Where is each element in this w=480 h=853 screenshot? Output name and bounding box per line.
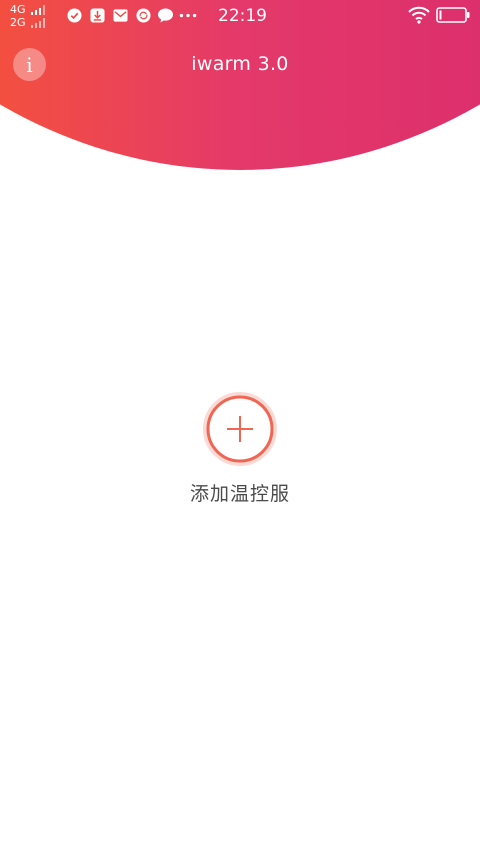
sync-icon: [136, 8, 151, 23]
chat-bubble-icon: [158, 8, 173, 23]
more-dots-icon: [179, 13, 197, 18]
status-clock: 22:19: [218, 6, 267, 26]
app-title: iwarm 3.0: [191, 53, 289, 75]
status-bar: 4G 2G 22:19: [0, 0, 480, 32]
download-icon: [90, 8, 105, 23]
app-screen: 4G 2G 22:19 i iwarm 3.0 添加温控服: [0, 0, 480, 853]
wifi-icon: [408, 6, 430, 24]
network-indicators: 4G 2G: [10, 2, 56, 30]
add-button[interactable]: [203, 392, 277, 466]
signal-strength-icon: [31, 5, 45, 15]
mail-icon: [113, 9, 128, 22]
signal-strength-icon: [31, 18, 45, 28]
add-device-label[interactable]: 添加温控服: [0, 482, 480, 506]
network-label-4g: 4G: [10, 3, 26, 16]
network-label-2g: 2G: [10, 16, 26, 29]
check-circle-icon: [67, 8, 82, 23]
battery-icon: [436, 7, 470, 23]
